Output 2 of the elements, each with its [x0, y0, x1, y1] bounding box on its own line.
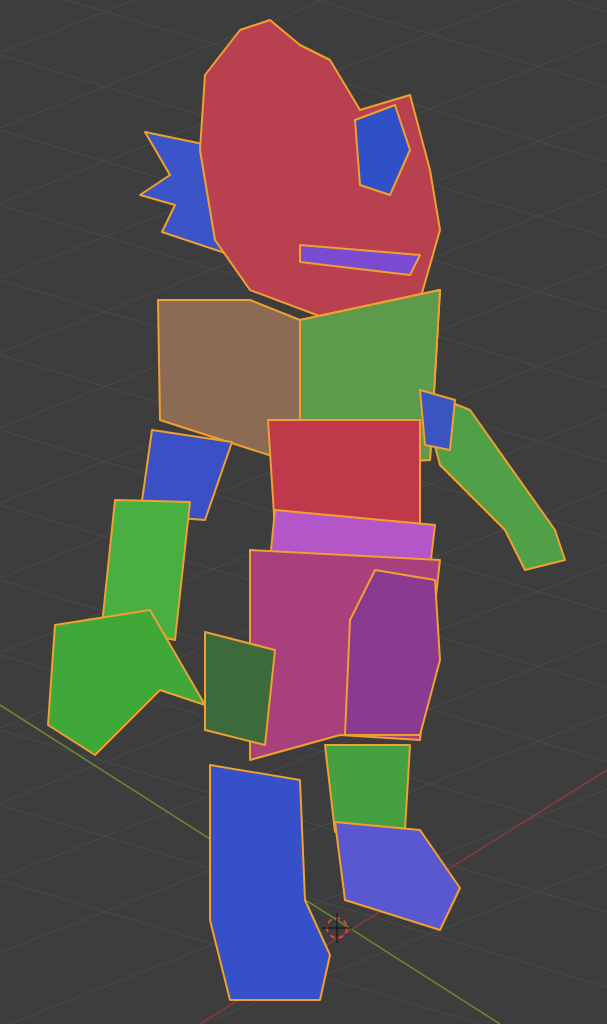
- character-drawing[interactable]: [47, 19, 566, 1001]
- 3d-cursor-icon[interactable]: [321, 912, 353, 944]
